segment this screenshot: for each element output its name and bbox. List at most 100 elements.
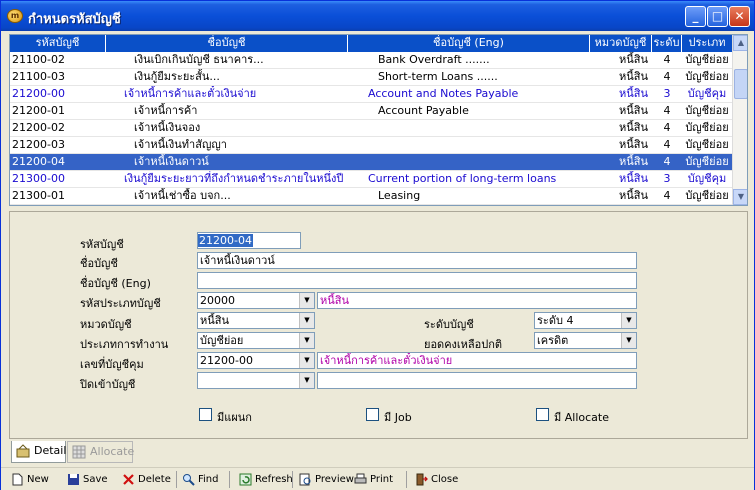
close-to-account-label: ปิดเข้าบัญชี: [80, 378, 136, 391]
find-button[interactable]: Find: [182, 470, 219, 489]
eng-name-label: ชื่อบัญชี (Eng): [80, 277, 151, 290]
refresh-button[interactable]: Refresh: [239, 470, 293, 489]
balance-label: ยอดคงเหลือปกติ: [424, 338, 503, 351]
has-job-label: มี Job: [384, 411, 412, 424]
col-header-name[interactable]: ชื่อบัญชี: [106, 35, 348, 52]
table-row-selected[interactable]: 21200-04 เจ้าหนี้เงินดาวน์ หนี้สิน 4 บัญ…: [10, 154, 732, 171]
balance-value: เครดิต: [537, 334, 569, 347]
col-header-eng[interactable]: ชื่อบัญชี (Eng): [348, 35, 590, 52]
close-to-account-select[interactable]: ▼: [197, 372, 315, 389]
cell-level: 4: [663, 121, 671, 134]
chevron-down-icon[interactable]: ▼: [299, 373, 314, 388]
scroll-down-icon[interactable]: ▼: [733, 189, 747, 205]
account-code-window: m กำหนดรหัสบัญชี _ □ ✕ รหัสบัญชี ชื่อบัญ…: [0, 0, 755, 490]
print-button[interactable]: Print: [354, 470, 393, 489]
table-row[interactable]: 21200-01 เจ้าหนี้การค้า Account Payable …: [10, 103, 732, 120]
cell-type: บัญชีย่อย: [685, 70, 729, 83]
table-row[interactable]: 21300-00 เงินกู้ยืมระยะยาวที่ถึงกำหนดชำร…: [10, 171, 732, 188]
tab-detail[interactable]: Detail: [11, 441, 66, 463]
cell-name: เงินเบิกเกินบัญชี ธนาคาร...: [134, 53, 264, 66]
chevron-down-icon[interactable]: ▼: [621, 313, 636, 328]
new-document-icon: [12, 473, 23, 486]
has-job-checkbox[interactable]: [366, 408, 379, 421]
has-allocate-checkbox[interactable]: [536, 408, 549, 421]
cell-type: บัญชีคุม: [687, 87, 727, 100]
scroll-up-icon[interactable]: ▲: [733, 35, 747, 51]
delete-button-label: Delete: [138, 474, 171, 485]
cell-category: หนี้สิน: [618, 189, 648, 202]
account-type-label: รหัสประเภทบัญชี: [80, 297, 161, 310]
search-icon: [183, 474, 195, 486]
table-row[interactable]: 21300-01 เจ้าหนี้เช่าซื้อ บจก... Leasing…: [10, 188, 732, 205]
control-account-value: 21200-00: [200, 354, 253, 367]
accounts-grid[interactable]: รหัสบัญชี ชื่อบัญชี ชื่อบัญชี (Eng) หมวด…: [9, 34, 748, 206]
app-logo-icon: m: [7, 9, 23, 23]
cell-code: 21100-03: [12, 70, 65, 83]
cell-category: หนี้สิน: [618, 172, 648, 185]
control-account-desc: เจ้าหนี้การค้าและตั๋วเงินจ่าย: [317, 352, 637, 369]
code-value: 21200-04: [198, 234, 253, 247]
new-button[interactable]: New: [11, 470, 49, 489]
minimize-button[interactable]: _: [685, 6, 706, 27]
col-header-code[interactable]: รหัสบัญชี: [10, 35, 106, 52]
chevron-down-icon[interactable]: ▼: [299, 313, 314, 328]
category-select[interactable]: หนี้สิน ▼: [197, 312, 315, 329]
detail-tab-icon: [16, 444, 30, 458]
table-row[interactable]: 21200-00 เจ้าหนี้การค้าและตั๋วเงินจ่าย A…: [10, 86, 732, 103]
window-title: กำหนดรหัสบัญชี: [28, 12, 121, 27]
has-department-checkbox[interactable]: [199, 408, 212, 421]
chevron-down-icon[interactable]: ▼: [621, 333, 636, 348]
table-row[interactable]: 21100-03 เงินกู้ยืมระยะสั้น... Short-ter…: [10, 69, 732, 86]
control-account-select[interactable]: 21200-00 ▼: [197, 352, 315, 369]
chevron-down-icon[interactable]: ▼: [299, 353, 314, 368]
balance-select[interactable]: เครดิต ▼: [534, 332, 637, 349]
table-row[interactable]: 21200-03 เจ้าหนี้เงินทำสัญญา หนี้สิน 4 บ…: [10, 137, 732, 154]
cell-eng: Current portion of long-term loans: [368, 172, 557, 185]
grid-vertical-scrollbar[interactable]: ▲ ▼: [732, 35, 747, 205]
cell-name: เจ้าหนี้เงินจอง: [134, 121, 201, 134]
scroll-thumb[interactable]: [734, 69, 747, 99]
col-header-type[interactable]: ประเภท: [682, 35, 732, 52]
table-row[interactable]: 21200-02 เจ้าหนี้เงินจอง หนี้สิน 4 บัญชี…: [10, 120, 732, 137]
cell-category: หนี้สิน: [618, 121, 648, 134]
cell-level: 3: [663, 87, 671, 100]
tab-allocate[interactable]: Allocate: [67, 441, 134, 463]
cell-code: 21300-01: [12, 189, 65, 202]
account-type-select[interactable]: 20000 ▼: [197, 292, 315, 309]
work-type-value: บัญชีย่อย: [200, 334, 244, 347]
eng-name-input[interactable]: [197, 272, 637, 289]
level-select[interactable]: ระดับ 4 ▼: [534, 312, 637, 329]
col-header-level[interactable]: ระดับ: [652, 35, 682, 52]
cell-level: 4: [663, 189, 671, 202]
close-window-button[interactable]: ✕: [729, 6, 750, 27]
cell-code: 21200-02: [12, 121, 65, 134]
cell-code: 21200-01: [12, 104, 65, 117]
cell-category: หนี้สิน: [618, 70, 648, 83]
account-type-desc: หนี้สิน: [317, 292, 637, 309]
name-input[interactable]: เจ้าหนี้เงินดาวน์: [197, 252, 637, 269]
account-type-value: 20000: [200, 294, 235, 307]
cell-eng: [350, 154, 590, 171]
work-type-select[interactable]: บัญชีย่อย ▼: [197, 332, 315, 349]
close-button[interactable]: Close: [415, 470, 458, 489]
cell-name: เจ้าหนี้เงินดาวน์: [134, 155, 209, 168]
preview-button[interactable]: Preview: [299, 470, 354, 489]
cell-type: บัญชีย่อย: [685, 138, 729, 151]
maximize-button[interactable]: □: [707, 6, 728, 27]
save-button[interactable]: Save: [67, 470, 108, 489]
cell-level: 4: [663, 138, 671, 151]
cell-code: 21300-00: [12, 172, 65, 185]
col-header-category[interactable]: หมวดบัญชี: [590, 35, 652, 52]
cell-type: บัญชีย่อย: [685, 104, 729, 117]
table-row[interactable]: 21100-02 เงินเบิกเกินบัญชี ธนาคาร... Ban…: [10, 52, 732, 69]
bottom-toolbar: New Save Delete Find Refresh Preview Pri…: [1, 467, 754, 490]
chevron-down-icon[interactable]: ▼: [299, 333, 314, 348]
grid-header: รหัสบัญชี ชื่อบัญชี ชื่อบัญชี (Eng) หมวด…: [10, 35, 732, 52]
level-value: ระดับ 4: [537, 314, 574, 327]
chevron-down-icon[interactable]: ▼: [299, 293, 314, 308]
new-button-label: New: [27, 474, 49, 485]
delete-button[interactable]: Delete: [122, 470, 171, 489]
cell-code: 21200-04: [12, 155, 65, 168]
name-label: ชื่อบัญชี: [80, 257, 118, 270]
code-input[interactable]: 21200-04: [197, 232, 301, 249]
